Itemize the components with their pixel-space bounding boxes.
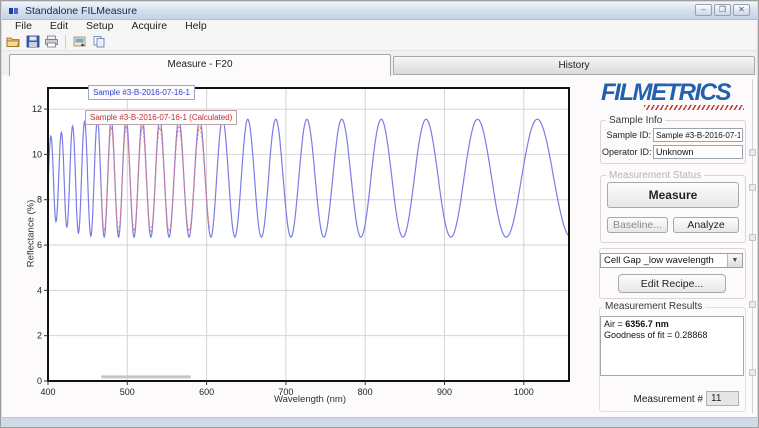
filmeasure-window: Standalone FILMeasure – ❐ ✕ File Edit Se… <box>0 0 759 428</box>
x-tick-label: 400 <box>40 387 55 397</box>
menu-setup[interactable]: Setup <box>77 20 122 33</box>
print-icon[interactable] <box>43 34 60 50</box>
measurement-status-legend: Measurement Status <box>606 170 704 181</box>
close-icon[interactable]: ✕ <box>733 4 750 16</box>
analyze-button[interactable]: Analyze <box>673 217 739 233</box>
measurement-number-label: Measurement # <box>631 394 703 405</box>
x-tick-label: 500 <box>120 387 135 397</box>
capture-icon[interactable] <box>71 34 88 50</box>
tab-history[interactable]: History <box>393 56 755 75</box>
menubar: File Edit Setup Acquire Help <box>2 20 757 33</box>
filmetrics-logo-text: FILMETRICS <box>601 79 730 106</box>
y-tick-label: 0 <box>37 376 42 386</box>
x-tick-label: 1000 <box>514 387 534 397</box>
filmetrics-logo-hatch <box>644 105 744 110</box>
save-icon[interactable] <box>24 34 41 50</box>
sample-id-input[interactable] <box>653 128 743 142</box>
measurement-results-box: Air = 6356.7 nm Goodness of fit = 0.2886… <box>600 316 744 376</box>
measurement-number-input[interactable] <box>706 391 739 406</box>
plot-background <box>48 88 569 381</box>
menu-acquire[interactable]: Acquire <box>122 20 176 33</box>
recipe-select[interactable]: Cell Gap _low wavelength ▼ <box>600 253 743 268</box>
result-goodness-of-fit: Goodness of fit = 0.28868 <box>604 330 740 341</box>
y-tick-label: 8 <box>37 195 42 205</box>
sample-id-label: Sample ID: <box>602 130 651 140</box>
panel-splitter[interactable] <box>748 79 758 413</box>
open-file-icon[interactable] <box>5 34 22 50</box>
legend-measured-label: Sample #3-B-2016-07-16-1 <box>93 88 190 97</box>
splitter-track <box>752 79 753 413</box>
filmetrics-logo: FILMETRICS <box>601 81 744 113</box>
tab-measure-f20[interactable]: Measure - F20 <box>9 54 391 76</box>
chevron-down-icon[interactable]: ▼ <box>727 254 742 267</box>
legend-calculated-series[interactable]: Sample #3-B-2016-07-16-1 (Calculated) <box>85 110 237 125</box>
menu-edit[interactable]: Edit <box>41 20 77 33</box>
window-title: Standalone FILMeasure <box>25 5 137 17</box>
measurement-results-legend: Measurement Results <box>602 301 705 312</box>
toolbar-separator <box>65 35 66 49</box>
operator-id-label: Operator ID: <box>602 147 651 157</box>
menu-file[interactable]: File <box>6 20 41 33</box>
y-tick-label: 10 <box>32 149 42 159</box>
x-tick-label: 900 <box>437 387 452 397</box>
x-axis-title: Wavelength (nm) <box>248 394 372 405</box>
toolbar <box>2 33 757 51</box>
splitter-handle[interactable] <box>749 301 756 308</box>
recipe-select-value: Cell Gap _low wavelength <box>601 255 727 266</box>
minimize-icon[interactable]: – <box>695 4 712 16</box>
result-air-value: 6356.7 nm <box>625 319 669 329</box>
result-air: Air = 6356.7 nm <box>604 319 740 330</box>
legend-calculated-label: Sample #3-B-2016-07-16-1 (Calculated) <box>90 113 232 122</box>
baseline-button[interactable]: Baseline... <box>607 217 668 233</box>
legend-measured-series[interactable]: Sample #3-B-2016-07-16-1 <box>88 85 195 100</box>
x-tick-label: 600 <box>199 387 214 397</box>
result-gof-value: 0.28868 <box>675 330 708 340</box>
restore-icon[interactable]: ❐ <box>714 4 731 16</box>
measure-button[interactable]: Measure <box>607 182 739 208</box>
y-tick-label: 6 <box>37 240 42 250</box>
splitter-handle[interactable] <box>749 234 756 241</box>
y-tick-label: 2 <box>37 331 42 341</box>
copy-icon[interactable] <box>90 34 107 50</box>
edit-recipe-button[interactable]: Edit Recipe... <box>618 274 726 293</box>
splitter-handle[interactable] <box>749 184 756 191</box>
menu-help[interactable]: Help <box>176 20 216 33</box>
y-axis-title: Reflectance (%) <box>26 190 37 278</box>
splitter-handle[interactable] <box>749 149 756 156</box>
sample-info-legend: Sample Info <box>606 115 665 126</box>
y-tick-label: 12 <box>32 104 42 114</box>
tabstrip: Measure - F20 History <box>2 51 757 75</box>
operator-id-input[interactable] <box>653 145 743 159</box>
y-tick-label: 4 <box>37 285 42 295</box>
splitter-handle[interactable] <box>749 369 756 376</box>
app-icon <box>8 5 20 17</box>
titlebar[interactable]: Standalone FILMeasure – ❐ ✕ <box>2 2 757 20</box>
reflectance-chart[interactable]: 4005006007008009001000024681012 <box>1 75 601 419</box>
